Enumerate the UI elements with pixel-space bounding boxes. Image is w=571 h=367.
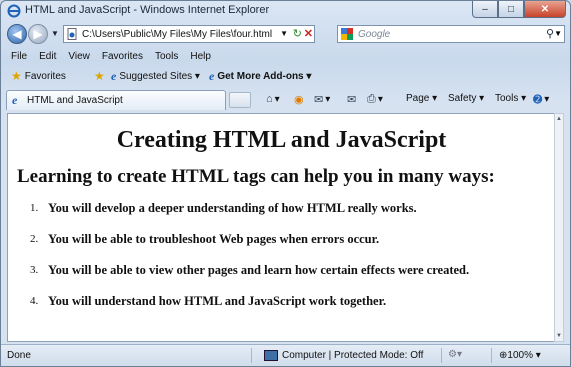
address-bar[interactable]: C:\Users\Public\My Files\My Files\four.h…	[63, 25, 315, 43]
favorites-button[interactable]: ★ Favorites	[11, 69, 66, 83]
vertical-scrollbar[interactable]: ▲ ▼	[554, 113, 564, 342]
favorites-star-icon: ★	[11, 69, 22, 83]
tab-bar: e HTML and JavaScript ⌂ ▾ ◉ ✉ ▾ ✉ ⎙ ▾ Pa…	[1, 87, 570, 112]
list-number: 2.	[30, 233, 39, 245]
list-item: 2. You will be able to troubleshoot Web …	[8, 232, 548, 264]
tab-html-and-javascript[interactable]: e HTML and JavaScript	[6, 90, 226, 110]
printer-icon: ⎙	[367, 93, 376, 105]
feeds-icon[interactable]: ◉	[294, 93, 306, 106]
address-dropdown-icon[interactable]: ▼	[280, 29, 288, 38]
address-url[interactable]: C:\Users\Public\My Files\My Files\four.h…	[82, 29, 272, 40]
menu-file[interactable]: File	[11, 48, 27, 66]
close-button[interactable]: ✕	[524, 1, 566, 18]
page-heading: Creating HTML and JavaScript	[116, 127, 447, 153]
ie-logo-icon: e	[111, 69, 117, 83]
page-subheading: Learning to create HTML tags can help yo…	[17, 166, 495, 187]
list-item: 4. You will understand how HTML and Java…	[8, 294, 548, 326]
favorites-label: Favorites	[24, 70, 66, 82]
page-icon	[67, 28, 77, 40]
back-button[interactable]: ◀	[7, 24, 27, 44]
list-text: You will understand how HTML and JavaScr…	[48, 294, 387, 308]
menu-edit[interactable]: Edit	[39, 48, 56, 66]
list-text: You will develop a deeper understanding …	[48, 201, 417, 215]
google-icon	[341, 28, 353, 40]
ie-logo-icon: e	[12, 93, 18, 107]
read-mail-button[interactable]: ✉ ▾	[314, 93, 330, 106]
minimize-button[interactable]: –	[472, 1, 498, 18]
browser-window: HTML and JavaScript - Windows Internet E…	[0, 0, 571, 367]
ie-logo-icon	[7, 4, 21, 18]
new-tab-button[interactable]	[229, 92, 251, 108]
add-favorites-icon[interactable]: ★	[94, 69, 105, 83]
forward-button[interactable]: ▶	[28, 24, 48, 44]
favorites-bar: ★ Favorites ★ e Suggested Sites ▾ e Get …	[1, 66, 570, 86]
search-icon[interactable]: ⚲	[546, 27, 554, 40]
status-divider	[491, 348, 492, 363]
status-divider	[441, 348, 442, 363]
tab-title: HTML and JavaScript	[27, 95, 123, 106]
print-button[interactable]: ⎙ ▾	[367, 93, 383, 106]
list-text: You will be able to troubleshoot Web pag…	[48, 232, 380, 246]
menu-favorites[interactable]: Favorites	[102, 48, 143, 66]
navigation-bar: ◀ ▶ ▼ C:\Users\Public\My Files\My Files\…	[1, 21, 570, 47]
recent-pages-dropdown-icon[interactable]: ▼	[51, 29, 59, 38]
tools-menu-button[interactable]: Tools ▾	[495, 93, 526, 104]
zoom-control[interactable]: ⊕100% ▾	[499, 350, 541, 361]
list-number: 3.	[30, 264, 39, 276]
title-bar[interactable]: HTML and JavaScript - Windows Internet E…	[1, 1, 570, 21]
list-number: 1.	[30, 202, 39, 214]
menu-view[interactable]: View	[68, 48, 90, 66]
window-title: HTML and JavaScript - Windows Internet E…	[25, 4, 270, 16]
search-box[interactable]: Google ⚲ ▼	[337, 25, 565, 43]
menu-bar: File Edit View Favorites Tools Help	[1, 48, 570, 66]
benefits-list: 1. You will develop a deeper understandi…	[8, 201, 548, 326]
page-content: Creating HTML and JavaScript Learning to…	[7, 113, 556, 342]
window-controls: – □ ✕	[472, 1, 566, 19]
list-number: 4.	[30, 295, 39, 307]
security-zone-label: Computer | Protected Mode: Off	[282, 350, 424, 361]
search-dropdown-icon[interactable]: ▼	[554, 29, 562, 38]
scroll-down-icon[interactable]: ▼	[555, 333, 563, 339]
stop-icon[interactable]: ✕	[304, 27, 313, 40]
home-button[interactable]: ⌂ ▾	[266, 93, 280, 105]
protected-mode-icon[interactable]: ⚙▾	[448, 349, 462, 360]
mail-icon: ✉	[314, 94, 324, 106]
ie-logo-icon: e	[209, 69, 215, 83]
status-bar: Done Computer | Protected Mode: Off ⚙▾ ⊕…	[1, 344, 570, 366]
list-item: 3. You will be able to view other pages …	[8, 263, 548, 295]
home-icon: ⌂	[266, 93, 273, 105]
get-addons-button[interactable]: e Get More Add-ons ▾	[209, 69, 311, 84]
page-menu-button[interactable]: Page ▾	[406, 93, 437, 104]
refresh-icon[interactable]: ↻	[293, 27, 302, 40]
security-zone[interactable]: Computer | Protected Mode: Off	[264, 350, 423, 361]
safety-menu-button[interactable]: Safety ▾	[448, 93, 484, 104]
help-icon: ➋	[533, 94, 543, 106]
status-text: Done	[7, 350, 31, 361]
get-addons-label: Get More Add-ons ▾	[217, 71, 312, 82]
email-icon[interactable]: ✉	[347, 93, 358, 106]
menu-tools[interactable]: Tools	[155, 48, 178, 66]
scroll-up-icon[interactable]: ▲	[555, 116, 563, 122]
search-placeholder[interactable]: Google	[358, 29, 390, 40]
help-button[interactable]: ➋ ▾	[533, 93, 549, 106]
maximize-button[interactable]: □	[498, 1, 524, 18]
menu-help[interactable]: Help	[190, 48, 211, 66]
suggested-sites-button[interactable]: e Suggested Sites ▾	[111, 69, 200, 84]
computer-icon	[264, 350, 278, 361]
list-text: You will be able to view other pages and…	[48, 263, 470, 277]
list-item: 1. You will develop a deeper understandi…	[8, 201, 548, 233]
suggested-sites-label: Suggested Sites ▾	[119, 71, 200, 82]
status-divider	[251, 348, 252, 363]
